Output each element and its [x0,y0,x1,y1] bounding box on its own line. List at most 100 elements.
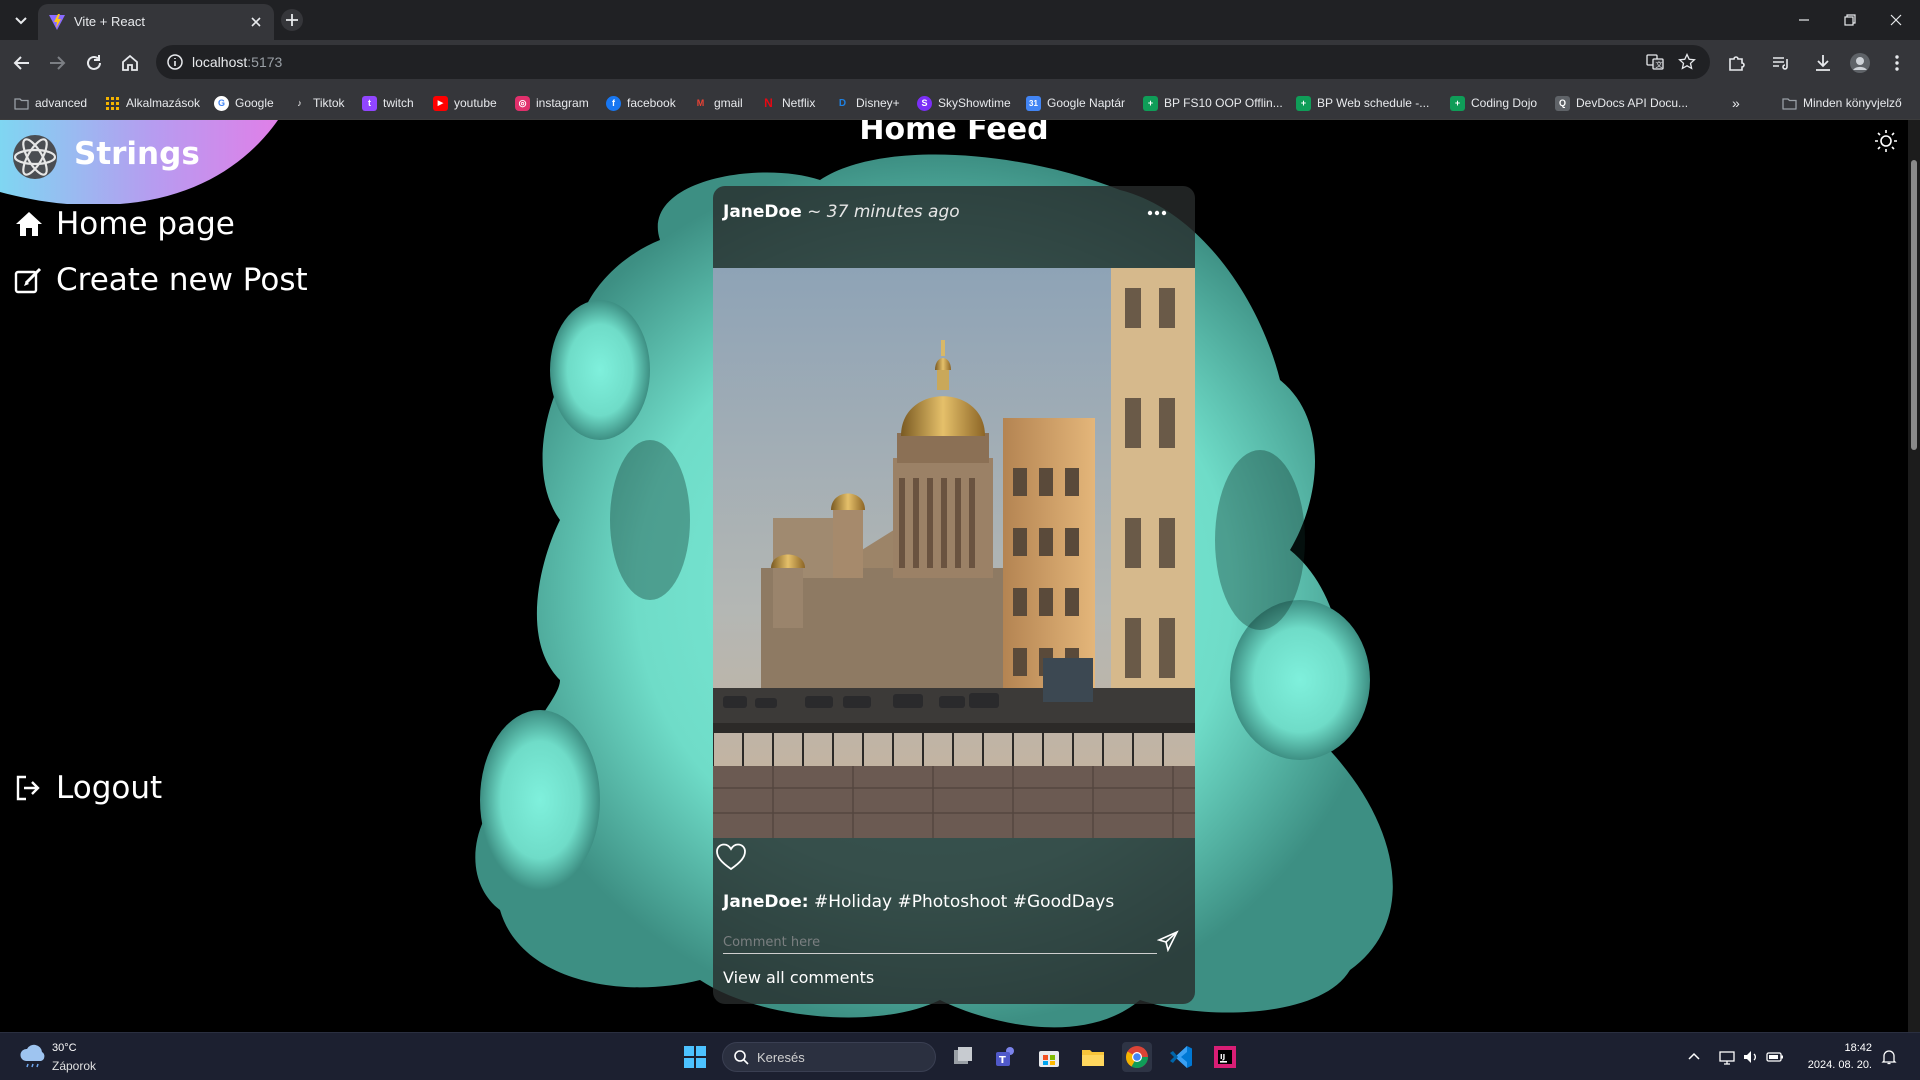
home-icon [16,212,42,236]
site-info-icon[interactable] [166,53,184,71]
extensions-puzzle-icon[interactable] [1726,52,1748,74]
caption-author: JaneDoe: [723,892,809,912]
address-url: localhost:5173 [192,54,283,70]
browser-tab-active[interactable]: Vite + React [38,4,274,40]
bookmark-skyshowtime[interactable]: S SkyShowtime [917,93,1011,113]
twitch-icon: t [362,95,377,111]
media-controls-icon[interactable] [1770,52,1792,74]
instagram-icon: ◎ [515,95,530,111]
netflix-icon: N [764,96,773,110]
chrome-icon[interactable] [1122,1042,1152,1072]
browser-tab-strip: Vite + React [0,0,1920,40]
address-bar[interactable]: localhost:5173 文 [156,45,1710,79]
bookmark-google[interactable]: G Google [214,93,274,113]
edit-square-icon [14,267,42,294]
weather-temperature[interactable]: 30°C [52,1042,77,1054]
bookmarks-overflow-chevron-icon[interactable]: » [1732,93,1740,113]
rain-cloud-icon[interactable] [18,1043,48,1069]
vscode-icon[interactable] [1166,1042,1196,1072]
download-icon[interactable] [1812,52,1834,74]
bookmark-youtube[interactable]: ▶ youtube [433,93,497,113]
minimize-window-icon[interactable] [1794,10,1814,30]
jetbrains-icon[interactable]: IJ [1210,1042,1240,1072]
svg-text:IJ: IJ [1220,1053,1225,1061]
page-scrollbar[interactable] [1908,120,1920,1032]
browser-toolbar: localhost:5173 文 [0,40,1920,86]
show-hidden-icons-chevron-icon[interactable] [1685,1048,1703,1066]
microsoft-store-icon[interactable] [1034,1042,1064,1072]
post-image-cathedral-photo [713,268,1195,838]
battery-icon[interactable] [1766,1048,1784,1066]
apps-grid-icon [106,96,119,110]
svg-text:文: 文 [1656,60,1663,69]
clock-time[interactable]: 18:42 [1808,1042,1872,1054]
bookmark-netflix[interactable]: N Netflix [761,93,815,113]
tab-close-icon[interactable] [248,14,264,30]
nav-home-page[interactable]: Home page [14,206,235,242]
nav-create-new-post[interactable]: Create new Post [14,262,308,298]
svg-text:T: T [999,1055,1006,1066]
bookmarks-bar: advanced Alkalmazások G Google ♪ Tiktok tt… [0,86,1920,120]
bookmark-advanced[interactable]: advanced [14,93,87,113]
post-caption: JaneDoe: #Holiday #Photoshoot #GoodDays [723,892,1114,912]
bookmark-bp-web-schedule[interactable]: + BP Web schedule -... [1296,93,1429,113]
bookmark-gmail[interactable]: Mgmail [693,93,743,113]
home-icon[interactable] [119,52,141,74]
bookmark-instagram[interactable]: ◎ instagram [515,93,589,113]
browser-menu-kebab-icon[interactable] [1886,52,1908,74]
taskbar-search-box[interactable]: Keresés [722,1042,936,1072]
translate-icon[interactable]: 文 [1646,53,1664,71]
windows-start-icon[interactable] [680,1042,710,1072]
weather-description[interactable]: Záporok [52,1059,96,1073]
calendar-icon: 31 [1026,95,1041,111]
post-header: JaneDoe ~ 37 minutes ago [723,202,960,222]
facebook-icon: f [606,95,621,111]
volume-icon[interactable] [1742,1048,1760,1066]
bookmark-facebook[interactable]: f facebook [606,93,676,113]
search-icon [734,1050,749,1065]
google-icon: G [214,95,229,111]
windows-taskbar: 30°C Záporok Keresés T IJ 18:42 2024. 08… [0,1032,1920,1080]
tab-title: Vite + React [74,14,145,29]
back-arrow-icon[interactable] [11,52,33,74]
bookmark-twitch[interactable]: t twitch [362,93,414,113]
app-page: Strings Home Feed Home page Create new P… [0,120,1920,1032]
sheets-icon: + [1143,95,1158,111]
tab-search-chevron-icon[interactable] [10,9,32,31]
clock-date[interactable]: 2024. 08. 20. [1798,1059,1872,1071]
file-explorer-icon[interactable] [1078,1042,1108,1072]
bookmark-google-naptar[interactable]: 31 Google Naptár [1026,93,1125,113]
nav-logout[interactable]: Logout [14,770,162,806]
new-tab-plus-icon[interactable] [280,8,304,32]
disney-icon: D [838,97,847,109]
forward-arrow-icon[interactable] [46,52,68,74]
bookmark-star-icon[interactable] [1678,53,1696,71]
notification-bell-icon[interactable] [1880,1048,1898,1066]
all-bookmarks-folder[interactable]: Minden könyvjelző [1782,93,1902,113]
post-timestamp: ~ 37 minutes ago [807,202,960,222]
teams-icon[interactable]: T [990,1042,1020,1072]
network-icon[interactable] [1718,1048,1736,1066]
view-all-comments-link[interactable]: View all comments [723,968,874,987]
post-author[interactable]: JaneDoe [723,202,802,222]
close-window-icon[interactable] [1886,10,1906,30]
reload-icon[interactable] [83,52,105,74]
bookmark-bp-fs10[interactable]: + BP FS10 OOP Offlin... [1143,93,1283,113]
vite-favicon-icon [49,14,65,30]
caption-hashtags: #Holiday #Photoshoot #GoodDays [808,892,1115,912]
restore-window-icon[interactable] [1840,10,1860,30]
bookmark-alkalmazasok[interactable]: Alkalmazások [105,93,200,113]
scrollbar-thumb[interactable] [1911,160,1917,450]
bookmark-tiktok[interactable]: ♪ Tiktok [292,93,344,113]
comment-input[interactable] [723,932,1157,954]
task-view-icon[interactable] [948,1042,978,1072]
bookmark-coding-dojo[interactable]: + Coding Dojo [1450,93,1537,113]
like-heart-icon[interactable] [715,842,747,872]
devdocs-icon: Q [1555,95,1570,111]
bookmark-disney[interactable]: D Disney+ [835,93,900,113]
send-paper-plane-icon[interactable] [1157,930,1179,952]
theme-sun-icon[interactable] [1873,128,1899,154]
post-options-more-icon[interactable] [1145,206,1169,220]
profile-avatar-icon[interactable] [1849,52,1871,74]
bookmark-devdocs[interactable]: Q DevDocs API Docu... [1555,93,1688,113]
